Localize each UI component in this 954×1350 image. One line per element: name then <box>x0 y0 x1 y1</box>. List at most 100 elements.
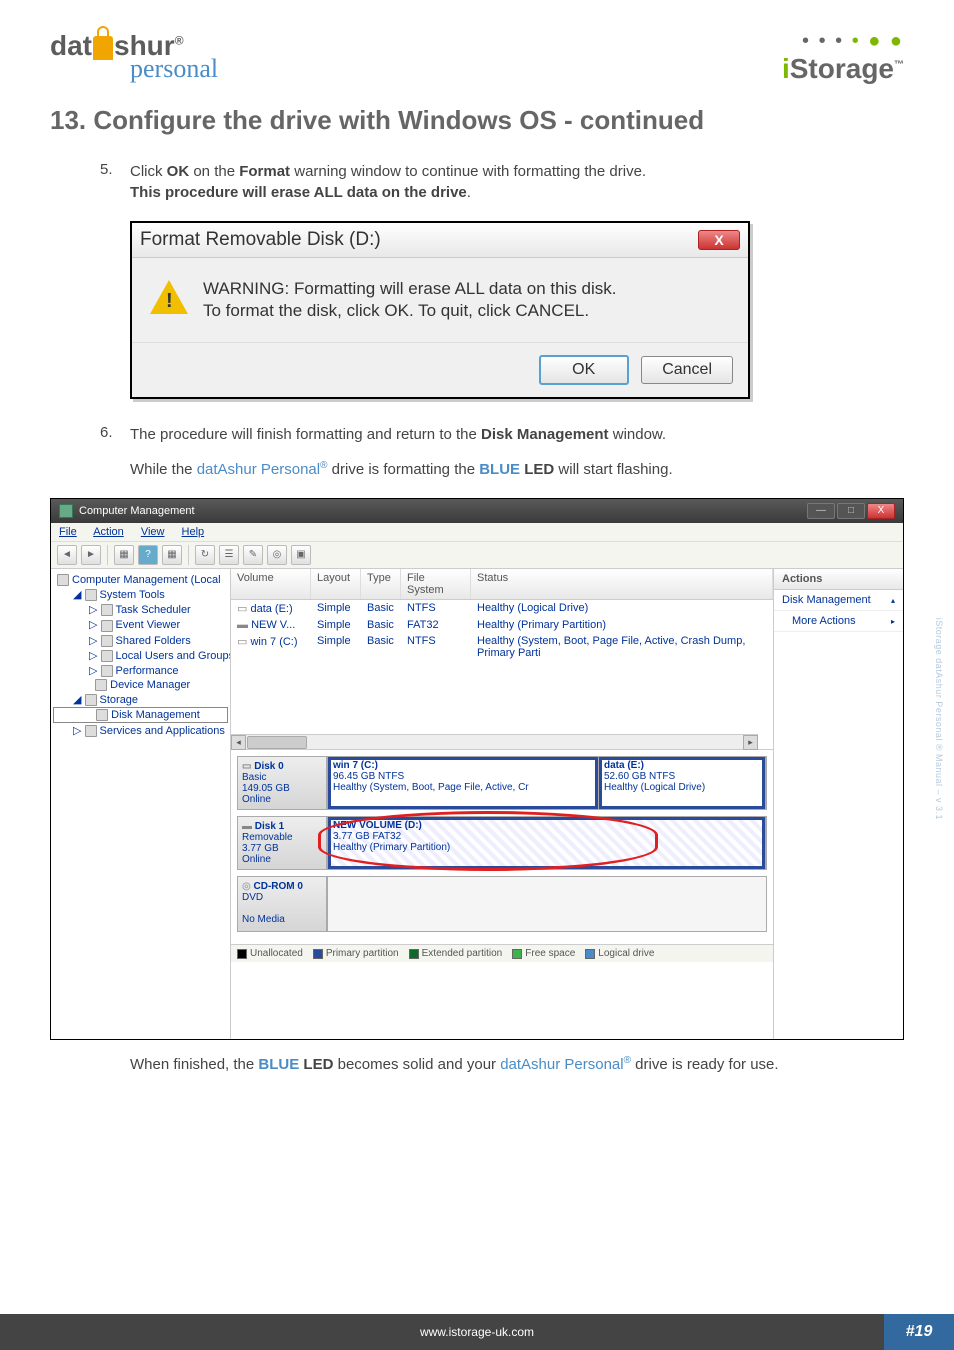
footer-url: www.istorage-uk.com <box>420 1325 534 1339</box>
expand-right-icon: ▸ <box>891 617 895 626</box>
col-status[interactable]: Status <box>471 569 773 599</box>
close-button[interactable]: X <box>698 230 740 250</box>
app-icon <box>59 504 73 518</box>
tools-icon <box>85 589 97 601</box>
toolbar-help-icon[interactable]: ? <box>138 545 158 565</box>
disk-layout-panel: ▭ Disk 0 Basic 149.05 GB Online win 7 (C… <box>231 750 773 944</box>
legend: Unallocated Primary partition Extended p… <box>231 944 773 962</box>
tree-item[interactable]: ▷ Performance <box>53 663 228 678</box>
tree-item[interactable]: ▷ Event Viewer <box>53 617 228 632</box>
volume-table-header: Volume Layout Type File System Status <box>231 569 773 600</box>
tree-item[interactable]: ▷ Shared Folders <box>53 633 228 648</box>
istorage-logo: • • • • ● ● iStorage™ <box>782 30 904 85</box>
clock-icon <box>101 604 113 616</box>
services-icon <box>85 725 97 737</box>
table-row[interactable]: ▭ win 7 (C:)SimpleBasicNTFSHealthy (Syst… <box>231 633 773 661</box>
step-number: 5. <box>100 161 130 203</box>
dm-main-panel: Volume Layout Type File System Status ▭ … <box>231 569 773 1039</box>
menu-bar: File Action View Help <box>51 523 903 542</box>
col-type[interactable]: Type <box>361 569 401 599</box>
toolbar-icon[interactable]: ☰ <box>219 545 239 565</box>
scroll-right-icon[interactable]: ▸ <box>743 735 758 750</box>
toolbar-back-icon[interactable]: ◄ <box>57 545 77 565</box>
tree-item[interactable]: ▷ Task Scheduler <box>53 602 228 617</box>
horizontal-scrollbar[interactable]: ◂ ▸ <box>231 734 758 749</box>
toolbar-fwd-icon[interactable]: ► <box>81 545 101 565</box>
brand-subtitle: personal <box>130 54 218 84</box>
partition[interactable]: data (E:) 52.60 GB NTFS Healthy (Logical… <box>599 757 766 809</box>
ok-button[interactable]: OK <box>539 355 629 385</box>
toolbar-icon[interactable]: ▦ <box>114 545 134 565</box>
window-title: Computer Management <box>79 505 195 517</box>
scroll-thumb[interactable] <box>247 736 307 749</box>
cancel-button[interactable]: Cancel <box>641 356 733 384</box>
trademark: ™ <box>894 60 904 71</box>
tree-item[interactable]: Computer Management (Local <box>53 573 228 587</box>
dialog-footer: OK Cancel <box>132 343 748 397</box>
tree-item[interactable]: ▷ Local Users and Groups <box>53 648 228 663</box>
menu-help[interactable]: Help <box>182 526 205 538</box>
menu-view[interactable]: View <box>141 526 165 538</box>
table-row[interactable]: ▭ data (E:)SimpleBasicNTFSHealthy (Logic… <box>231 600 773 617</box>
volume-list: ▭ data (E:)SimpleBasicNTFSHealthy (Logic… <box>231 600 773 750</box>
col-volume[interactable]: Volume <box>231 569 311 599</box>
registered-mark: ® <box>175 34 184 48</box>
disk-label[interactable]: ▬ Disk 1 Removable 3.77 GB Online <box>237 816 327 870</box>
step-text: The procedure will finish formatting and… <box>130 424 673 480</box>
step-6: 6. The procedure will finish formatting … <box>100 424 904 480</box>
col-layout[interactable]: Layout <box>311 569 361 599</box>
final-note: When finished, the BLUE LED becomes soli… <box>130 1055 904 1073</box>
tree-item-diskmgmt[interactable]: Disk Management <box>53 707 228 723</box>
dialog-message: WARNING: Formatting will erase ALL data … <box>203 278 617 322</box>
side-manual-text: iStorage datAshur Personal ® Manual – v … <box>934 618 944 820</box>
minimize-button[interactable]: — <box>807 503 835 519</box>
toolbar-icon[interactable]: ▣ <box>291 545 311 565</box>
dialog-title: Format Removable Disk (D:) <box>140 229 381 251</box>
navigation-tree: Computer Management (Local ◢ System Tool… <box>51 569 231 1039</box>
computer-icon <box>57 574 69 586</box>
format-warning-dialog: Format Removable Disk (D:) X WARNING: Fo… <box>130 221 750 399</box>
toolbar-icon[interactable]: ▦ <box>162 545 182 565</box>
table-row[interactable]: ▬ NEW V...SimpleBasicFAT32Healthy (Prima… <box>231 617 773 633</box>
menu-action[interactable]: Action <box>93 526 124 538</box>
page-header: datshur® personal • • • • ● ● iStorage™ <box>50 30 904 85</box>
dots-icon: • • • • ● ● <box>782 30 904 53</box>
partition[interactable]: win 7 (C:) 96.45 GB NTFS Healthy (System… <box>328 757 599 809</box>
col-filesystem[interactable]: File System <box>401 569 471 599</box>
close-button[interactable]: X <box>867 503 895 519</box>
brand-text: Storage <box>790 53 894 84</box>
actions-item[interactable]: Disk Management▴ <box>774 590 903 611</box>
folder-icon <box>101 635 113 647</box>
disk-label[interactable]: ◎ CD-ROM 0 DVD No Media <box>237 876 327 932</box>
disk-management-window: Computer Management — □ X File Action Vi… <box>50 498 904 1040</box>
disk-label[interactable]: ▭ Disk 0 Basic 149.05 GB Online <box>237 756 327 810</box>
toolbar-refresh-icon[interactable]: ↻ <box>195 545 215 565</box>
menu-file[interactable]: File <box>59 526 77 538</box>
tree-item[interactable]: Device Manager <box>53 678 228 692</box>
warning-icon <box>150 278 188 316</box>
disk-row: ▬ Disk 1 Removable 3.77 GB Online NEW VO… <box>237 816 767 870</box>
collapse-up-icon: ▴ <box>891 596 895 605</box>
tree-item[interactable]: ▷ Services and Applications <box>53 723 228 738</box>
maximize-button[interactable]: □ <box>837 503 865 519</box>
step-5: 5. Click OK on the Format warning window… <box>100 161 904 203</box>
tree-item[interactable]: ◢ System Tools <box>53 587 228 602</box>
disk-icon <box>96 709 108 721</box>
lock-icon <box>93 36 113 60</box>
scroll-left-icon[interactable]: ◂ <box>231 735 246 750</box>
step-text: Click OK on the Format warning window to… <box>130 161 646 203</box>
device-icon <box>95 679 107 691</box>
actions-item[interactable]: More Actions▸ <box>774 611 903 632</box>
partition-new-volume[interactable]: NEW VOLUME (D:) 3.77 GB FAT32 Healthy (P… <box>328 817 766 869</box>
step-number: 6. <box>100 424 130 480</box>
disk-row: ▭ Disk 0 Basic 149.05 GB Online win 7 (C… <box>237 756 767 810</box>
toolbar-icon[interactable]: ✎ <box>243 545 263 565</box>
dm-title-bar: Computer Management — □ X <box>51 499 903 523</box>
perf-icon <box>101 665 113 677</box>
page-number: #19 <box>884 1314 954 1350</box>
actions-header: Actions <box>774 569 903 590</box>
disk-row: ◎ CD-ROM 0 DVD No Media <box>237 876 767 932</box>
tree-item[interactable]: ◢ Storage <box>53 692 228 707</box>
toolbar-icon[interactable]: ◎ <box>267 545 287 565</box>
storage-icon <box>85 694 97 706</box>
